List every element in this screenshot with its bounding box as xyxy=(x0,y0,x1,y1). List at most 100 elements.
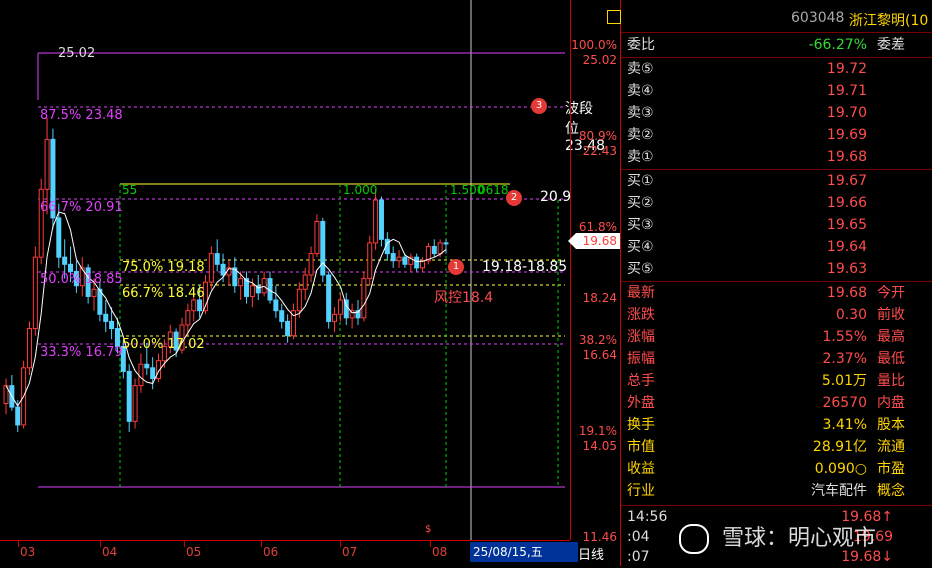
candle-body xyxy=(150,367,156,380)
stat-row: 换手 3.41% 股本 xyxy=(621,414,932,436)
candle-body xyxy=(138,363,144,387)
month-05: 05 xyxy=(186,545,202,559)
candle-body xyxy=(249,285,255,297)
bid-2-label: 买② xyxy=(627,195,654,211)
axis-pct-618: 61.8% xyxy=(578,220,617,234)
bid-row-5[interactable]: 买⑤ 19.63 xyxy=(621,258,932,280)
candle-body xyxy=(214,253,220,265)
candle-body xyxy=(62,256,68,265)
bid-3-price: 19.65 xyxy=(826,217,867,233)
candle-body xyxy=(302,274,308,290)
candle-body xyxy=(44,138,50,190)
month-03: 03 xyxy=(20,545,36,559)
marker-2-badge: 2 xyxy=(506,190,522,206)
fib-333-label: 33.3% 16.79 xyxy=(40,345,123,360)
candle-body xyxy=(208,253,214,283)
candle-body xyxy=(296,288,302,312)
candle-body xyxy=(185,310,191,326)
candle-body xyxy=(191,299,197,312)
grid-55-label: 55 xyxy=(122,183,138,197)
candle-body xyxy=(144,363,150,369)
annotation-1: 19.18-18.85 xyxy=(482,259,568,275)
ask-5-label: 卖⑤ xyxy=(627,61,654,77)
fib-y750-label: 75.0% 19.18 xyxy=(122,260,205,275)
stat-row: 总手 5.01万 量比 xyxy=(621,370,932,392)
price-axis: 100.0% 25.02 80.9% 22.43 61.8% 19.68 18.… xyxy=(568,0,621,544)
stat-label: 外盘 xyxy=(627,395,655,411)
candle-body xyxy=(390,253,396,262)
stat-row: 市值 28.91亿 流通 xyxy=(621,436,932,458)
period-label[interactable]: 日线 xyxy=(578,544,604,563)
stat-label: 振幅 xyxy=(627,351,655,367)
candle-body xyxy=(437,242,443,255)
axis-price-1405: 14.05 xyxy=(582,439,617,453)
stat-right-label: 市盈 xyxy=(877,461,905,477)
stat-value: 3.41% xyxy=(822,417,867,433)
ask-row-4[interactable]: 卖④ 19.71 xyxy=(621,80,932,102)
stat-value: 汽车配件 xyxy=(811,483,867,499)
candle-body xyxy=(308,253,314,276)
weibi-label: 委比 xyxy=(627,37,655,53)
stat-right-label: 今开 xyxy=(877,285,905,301)
candle-body xyxy=(378,199,384,240)
tick-time: 14:56 xyxy=(627,509,668,525)
stat-label: 总手 xyxy=(627,373,655,389)
ask-row-1[interactable]: 卖① 19.68 xyxy=(621,146,932,168)
quote-panel: 603048 浙江黎明(10 委比 -66.27% 委差 卖⑤ 19.72 卖④ 1… xyxy=(607,0,932,566)
bid-row-1[interactable]: 买① 19.67 xyxy=(621,170,932,192)
month-06: 06 xyxy=(263,545,279,559)
ask-3-label: 卖③ xyxy=(627,105,654,121)
bid-4-label: 买④ xyxy=(627,239,654,255)
axis-current-price: 19.68 xyxy=(582,234,617,248)
stat-right-label: 股本 xyxy=(877,417,905,433)
candle-body xyxy=(103,313,109,322)
stat-label: 换手 xyxy=(627,417,655,433)
candle-body xyxy=(396,256,402,262)
watermark: 雪球：明心观市 xyxy=(679,520,876,554)
axis-price-1146: 11.46 xyxy=(582,530,617,544)
candle-body xyxy=(220,263,226,276)
candle-body xyxy=(15,406,21,426)
kline-chart[interactable]: 25.02 87.5% 23.48 66.7% 20.91 50.0% 18.8… xyxy=(0,0,605,566)
tick-07 xyxy=(340,541,341,547)
axis-pct-191: 19.1% xyxy=(578,424,617,438)
stat-label: 最新 xyxy=(627,285,655,301)
candle-body xyxy=(279,310,285,322)
stat-row: 涨跌 0.30 前收 xyxy=(621,304,932,326)
month-04: 04 xyxy=(102,545,118,559)
stat-right-label: 内盘 xyxy=(877,395,905,411)
bid-1-label: 买① xyxy=(627,173,654,189)
bid-row-4[interactable]: 买④ 19.64 xyxy=(621,236,932,258)
bid-row-2[interactable]: 买② 19.66 xyxy=(621,192,932,214)
stat-right-label: 流通 xyxy=(877,439,905,455)
fib-top-label: 25.02 xyxy=(58,46,96,61)
month-08: 08 xyxy=(432,545,448,559)
month-07: 07 xyxy=(342,545,358,559)
candle-body xyxy=(114,328,120,347)
bid-row-3[interactable]: 买③ 19.65 xyxy=(621,214,932,236)
dollar-marker: $ xyxy=(425,524,432,535)
bid-2-price: 19.66 xyxy=(826,195,867,211)
fib-y667-label: 66.7% 18.46 xyxy=(122,286,205,301)
sep-top xyxy=(621,32,932,33)
fib-667-label: 66.7% 20.91 xyxy=(40,200,123,215)
candle-body xyxy=(56,217,62,258)
weibi-value: -66.27% xyxy=(808,37,867,53)
stat-label: 市值 xyxy=(627,439,655,455)
ask-row-5[interactable]: 卖⑤ 19.72 xyxy=(621,58,932,80)
ask-row-2[interactable]: 卖② 19.69 xyxy=(621,124,932,146)
ask-4-label: 卖④ xyxy=(627,83,654,99)
stat-value: 2.37% xyxy=(822,351,867,367)
tick-03 xyxy=(18,541,19,547)
candle-body xyxy=(443,242,449,245)
ask-4-price: 19.71 xyxy=(826,83,867,99)
grid-1000-label: 1.000 xyxy=(343,183,378,197)
stat-right-label: 概念 xyxy=(877,483,905,499)
tick-time: :07 xyxy=(627,549,650,565)
ask-row-3[interactable]: 卖③ 19.70 xyxy=(621,102,932,124)
panel-icon[interactable] xyxy=(607,10,621,24)
stat-value: 26570 xyxy=(822,395,867,411)
candle-body xyxy=(402,256,408,265)
stat-label: 涨幅 xyxy=(627,329,655,345)
fib-875-label: 87.5% 23.48 xyxy=(40,108,123,123)
